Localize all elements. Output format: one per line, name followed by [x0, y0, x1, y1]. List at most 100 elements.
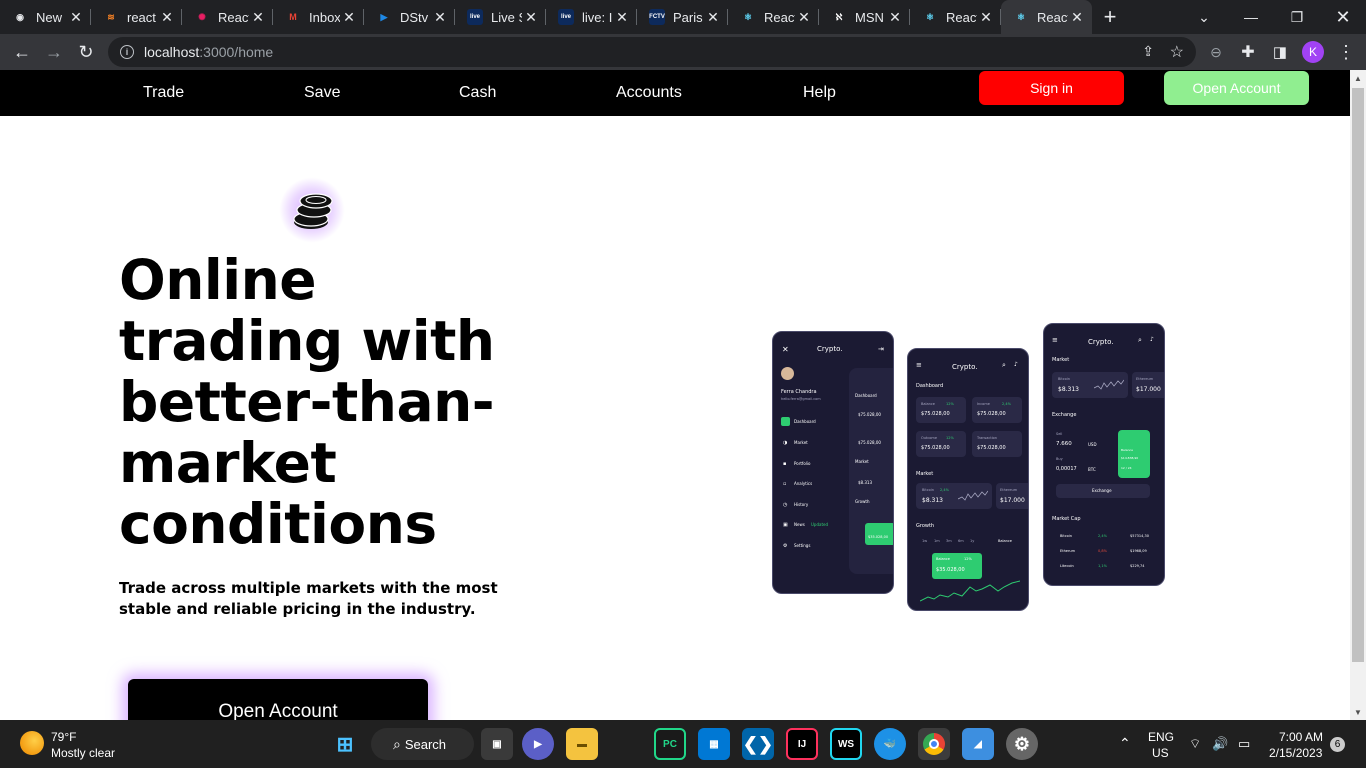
- mini-balance-tooltip: $35.028,00: [865, 523, 893, 545]
- open-account-nav-button[interactable]: Open Account: [1164, 71, 1309, 105]
- microsoft-store-icon[interactable]: ▦: [698, 728, 730, 760]
- intellij-icon[interactable]: IJ: [786, 728, 818, 760]
- tab-close-icon[interactable]: ✕: [431, 9, 449, 26]
- show-hidden-icons-icon[interactable]: ⌃: [1119, 735, 1131, 752]
- minimize-icon[interactable]: —: [1228, 0, 1274, 34]
- open-account-cta-button[interactable]: Open Account: [128, 679, 428, 720]
- tab-favicon-icon: ✺: [198, 11, 206, 22]
- tab-close-icon[interactable]: ✕: [249, 9, 267, 26]
- maximize-icon[interactable]: ❐: [1274, 0, 1320, 34]
- input-region[interactable]: US: [1152, 746, 1169, 760]
- new-tab-button[interactable]: +: [1092, 0, 1128, 34]
- tab-close-icon[interactable]: ✕: [886, 9, 904, 26]
- browser-tab[interactable]: live live: I ✕: [546, 0, 637, 34]
- coin-value: $229,74: [1130, 564, 1145, 568]
- tab-close-icon[interactable]: ✕: [340, 9, 358, 26]
- clock-date[interactable]: 2/15/2023: [1269, 746, 1322, 760]
- photos-icon[interactable]: ◢: [962, 728, 994, 760]
- stat-value: $75.028,00: [977, 411, 1006, 417]
- clock-time[interactable]: 7:00 AM: [1279, 730, 1323, 744]
- nav-link-cash[interactable]: Cash: [459, 80, 496, 106]
- close-window-icon[interactable]: ✕: [1320, 0, 1366, 34]
- stat-change: 12%: [946, 402, 954, 406]
- tooltip-change: 12%: [964, 557, 972, 561]
- back-arrow-icon[interactable]: ←: [6, 36, 38, 68]
- menu-item-portfolio: Portfolio: [794, 461, 811, 466]
- taskbar-search[interactable]: ⌕ Search: [371, 728, 474, 760]
- webstorm-icon[interactable]: WS: [830, 728, 862, 760]
- weather-moon-icon[interactable]: [20, 731, 44, 755]
- share-icon[interactable]: ⇪: [1142, 43, 1154, 60]
- nav-link-accounts[interactable]: Accounts: [616, 80, 682, 106]
- browser-tab[interactable]: M Inbox ✕: [273, 0, 364, 34]
- reload-icon[interactable]: ↻: [70, 36, 102, 68]
- extension-icon[interactable]: ⊖: [1200, 36, 1232, 68]
- scrollbar-thumb[interactable]: [1352, 88, 1364, 662]
- teams-chat-icon[interactable]: ▶: [522, 728, 554, 760]
- tab-close-icon[interactable]: ✕: [613, 9, 631, 26]
- taskbar-search-label: Search: [404, 736, 447, 752]
- profile-avatar[interactable]: K: [1302, 41, 1324, 63]
- address-bar[interactable]: i localhost:3000/home ⇪ ☆: [108, 37, 1196, 67]
- weather-condition[interactable]: Mostly clear: [51, 746, 115, 760]
- browser-tab[interactable]: ◉ New ✕: [0, 0, 91, 34]
- browser-tab[interactable]: ⚛ React ✕: [728, 0, 819, 34]
- task-view-icon[interactable]: ▣: [481, 728, 513, 760]
- windows-start-icon[interactable]: ⊞: [329, 728, 361, 760]
- browser-tab[interactable]: ▶ DStv ✕: [364, 0, 455, 34]
- market-title: Market: [916, 471, 934, 477]
- input-language[interactable]: ENG: [1148, 730, 1174, 744]
- sell-currency: USD: [1088, 442, 1097, 447]
- tab-close-icon[interactable]: ✕: [977, 9, 995, 26]
- volume-icon[interactable]: 🔊: [1212, 736, 1228, 752]
- scroll-down-icon[interactable]: ▼: [1350, 704, 1366, 720]
- tab-close-icon[interactable]: ✕: [704, 9, 722, 26]
- pycharm-icon[interactable]: PC: [654, 728, 686, 760]
- phone-mockup-middle: ≡ Crypto. ⌕ ♪ Dashboard Balance 12% $75.…: [907, 348, 1029, 611]
- analytics-icon: ▫: [783, 481, 787, 487]
- kebab-menu-icon[interactable]: ⋮: [1330, 36, 1362, 68]
- wifi-icon[interactable]: ⌔: [1189, 736, 1201, 752]
- stat-label: Transaction: [977, 436, 998, 440]
- browser-tab[interactable]: FCTV Paris ✕: [637, 0, 728, 34]
- balance-card-label: Balance: [1121, 448, 1133, 452]
- chrome-icon[interactable]: [918, 728, 950, 760]
- coin-change: 0,8%: [1098, 549, 1107, 553]
- weather-temperature[interactable]: 79°F: [51, 730, 76, 744]
- tab-close-icon[interactable]: ✕: [158, 9, 176, 26]
- browser-tab[interactable]: ≋ react ✕: [91, 0, 182, 34]
- scroll-up-icon[interactable]: ▲: [1350, 70, 1366, 86]
- puzzle-extensions-icon[interactable]: ✚: [1232, 36, 1264, 68]
- exchange-button: Exchange: [1056, 484, 1150, 498]
- browser-tab[interactable]: ℵ MSN ✕: [819, 0, 910, 34]
- tab-close-icon[interactable]: ✕: [1068, 9, 1086, 26]
- tab-close-icon[interactable]: ✕: [522, 9, 540, 26]
- bookmark-star-icon[interactable]: ☆: [1170, 42, 1184, 62]
- tab-close-icon[interactable]: ✕: [795, 9, 813, 26]
- nav-link-help[interactable]: Help: [803, 80, 836, 106]
- notification-badge[interactable]: 6: [1330, 737, 1345, 752]
- tab-close-icon[interactable]: ✕: [67, 9, 85, 26]
- file-explorer-icon[interactable]: ▬: [566, 728, 598, 760]
- browser-tab[interactable]: ✺ React ✕: [182, 0, 273, 34]
- tab-title: MSN: [855, 9, 884, 25]
- side-panel-icon[interactable]: ◨: [1264, 36, 1296, 68]
- nav-link-save[interactable]: Save: [304, 80, 340, 106]
- hero-subtext: Trade across multiple markets with the m…: [119, 579, 498, 618]
- browser-tab[interactable]: ⚛ React ✕: [910, 0, 1001, 34]
- forward-arrow-icon[interactable]: →: [38, 36, 70, 68]
- phone-brand: Crypto.: [952, 363, 978, 371]
- tab-search-icon[interactable]: ⌄: [1181, 0, 1227, 34]
- battery-icon[interactable]: ▭: [1238, 736, 1250, 752]
- vscode-icon[interactable]: ❮❯: [742, 728, 774, 760]
- page-scrollbar[interactable]: ▲ ▼: [1350, 70, 1366, 720]
- docker-icon[interactable]: 🐳: [874, 728, 906, 760]
- nav-link-trade[interactable]: Trade: [143, 80, 184, 106]
- browser-tab[interactable]: live Live S✕: [455, 0, 546, 34]
- tab-favicon-icon: ◉: [16, 11, 24, 22]
- site-info-icon[interactable]: i: [120, 45, 134, 59]
- tooltip-value: $35.028,00: [936, 567, 965, 573]
- settings-gear-icon[interactable]: ⚙: [1006, 728, 1038, 760]
- browser-tab[interactable]: ⚛ React ✕: [1001, 0, 1092, 34]
- sign-in-button[interactable]: Sign in: [979, 71, 1124, 105]
